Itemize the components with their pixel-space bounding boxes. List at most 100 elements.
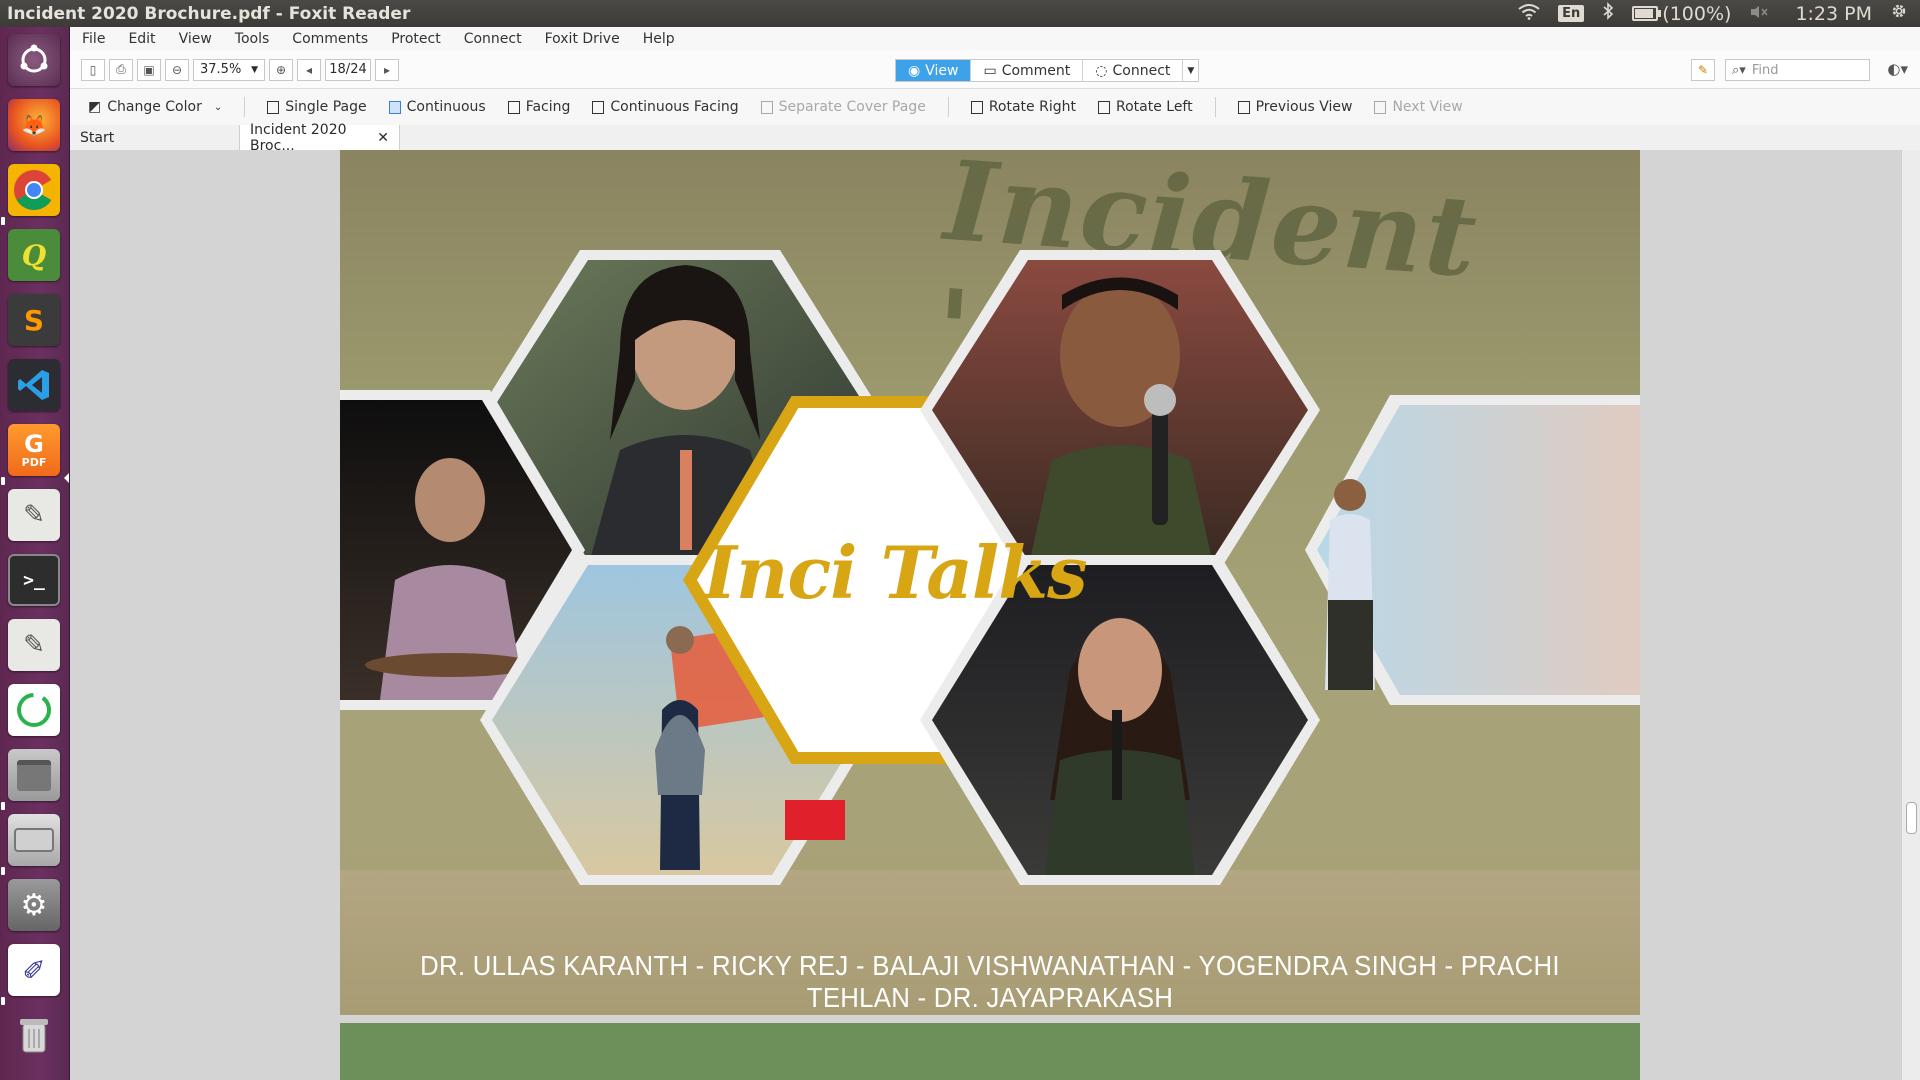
paint-bucket-icon: ◩ [88, 99, 102, 115]
menu-comments[interactable]: Comments [292, 31, 368, 47]
previous-view-button[interactable]: Previous View [1237, 99, 1353, 115]
system-settings-icon[interactable]: ⚙ [8, 879, 60, 931]
menu-protect[interactable]: Protect [391, 31, 441, 47]
single-page-label: Single Page [285, 99, 367, 115]
gear-icon[interactable] [1890, 2, 1908, 25]
disk-drive-icon[interactable] [8, 814, 60, 866]
sign-icon[interactable]: ✎ [1691, 59, 1715, 81]
view-toolbar: ◩ Change Color ⌄ Single Page Continuous … [70, 89, 1920, 125]
clock[interactable]: 1:23 PM [1795, 3, 1872, 25]
menu-edit[interactable]: Edit [128, 31, 155, 47]
search-icon: ⌕▾ [1732, 62, 1746, 78]
zoom-in-icon[interactable]: ⊕ [269, 58, 293, 81]
text-editor-icon[interactable]: ✎ [8, 489, 60, 541]
divider [244, 97, 246, 117]
mode-switcher: ◉ View ▭ Comment ◌ Connect ▼ [895, 59, 1200, 82]
eye-icon: ◉ [908, 62, 921, 79]
foxit-pdf-icon[interactable]: G PDF [8, 424, 60, 476]
connect-mode-button[interactable]: ◌ Connect [1083, 60, 1184, 81]
main-toolbar: ▯ ⎙ ▣ ⊖ 37.5% ▼ ⊕ ◂ 18/24 ▸ ◉ View ▭ Comme… [70, 51, 1920, 89]
center-title: Inci Talks [703, 530, 1087, 615]
tab-start[interactable]: Start [70, 125, 240, 151]
zoom-out-icon[interactable]: ⊖ [165, 58, 189, 81]
continuous-label: Continuous [406, 99, 486, 115]
foxit-reader-window: File Edit View Tools Comments Protect Co… [70, 27, 1920, 1080]
change-color-button[interactable]: ◩ Change Color ⌄ [88, 99, 222, 115]
rotate-left-label: Rotate Left [1115, 99, 1193, 115]
separate-cover-page-button[interactable]: Separate Cover Page [760, 99, 926, 115]
document-viewport[interactable]: Incident '17 [70, 150, 1920, 1080]
view-mode-button[interactable]: ◉ View [896, 60, 972, 81]
comment-mode-button[interactable]: ▭ Comment [971, 60, 1084, 81]
find-input[interactable]: ⌕▾ Find [1725, 59, 1870, 81]
zoom-select[interactable]: 37.5% ▼ [193, 58, 265, 81]
sidebar-toggle-icon[interactable]: ▯ [81, 58, 105, 81]
speakers-caption: DR. ULLAS KARANTH - RICKY REJ - BALAJI V… [420, 950, 1560, 1013]
firefox-icon[interactable]: 🦊 [8, 99, 60, 151]
menu-view[interactable]: View [179, 31, 212, 47]
find-placeholder: Find [1751, 62, 1779, 78]
continuous-facing-button[interactable]: Continuous Facing [592, 99, 739, 115]
connect-mode-label: Connect [1112, 62, 1171, 79]
top-panel: Incident 2020 Brochure.pdf - Foxit Reade… [0, 0, 1920, 27]
previous-view-icon [1237, 100, 1250, 114]
bluetooth-icon[interactable] [1602, 2, 1614, 25]
rotate-right-label: Rotate Right [988, 99, 1076, 115]
speaker-photo-hex-5 [1305, 395, 1640, 705]
chrome-icon[interactable] [8, 164, 60, 216]
scrollbar-thumb[interactable] [1906, 802, 1917, 834]
trash-icon[interactable] [8, 1009, 60, 1061]
file-archive-icon[interactable] [8, 749, 60, 801]
chevron-down-icon: ▼ [251, 64, 258, 75]
single-page-button[interactable]: Single Page [267, 99, 367, 115]
next-view-label: Next View [1392, 99, 1463, 115]
window-title: Incident 2020 Brochure.pdf - Foxit Reade… [7, 3, 411, 24]
menu-file[interactable]: File [82, 31, 105, 47]
battery-percent: (100%) [1662, 2, 1732, 25]
vertical-scrollbar[interactable] [1901, 150, 1920, 1080]
next-page-button[interactable]: ▸ [375, 58, 399, 81]
page-number-field[interactable]: 18/24 [325, 58, 371, 81]
facing-button[interactable]: Facing [507, 99, 571, 115]
comment-icon: ▭ [983, 62, 997, 79]
battery-indicator[interactable]: (100%) [1632, 3, 1731, 25]
text-editor-2-icon[interactable]: ✎ [8, 619, 60, 671]
account-icon[interactable]: ◐▾ [1887, 60, 1908, 78]
previous-view-label: Previous View [1255, 99, 1353, 115]
facing-icon [507, 100, 520, 114]
keyboard-layout-indicator[interactable]: En [1558, 5, 1585, 22]
qgis-icon[interactable]: Q [8, 229, 60, 281]
rotate-left-button[interactable]: Rotate Left [1097, 99, 1193, 115]
menu-foxit-drive[interactable]: Foxit Drive [545, 31, 620, 47]
vscode-icon[interactable] [8, 359, 60, 411]
save-icon[interactable]: ▣ [137, 58, 161, 81]
paint-app-icon[interactable]: ✐ [8, 944, 60, 996]
terminal-icon[interactable]: >_ [8, 554, 60, 606]
rotate-right-button[interactable]: Rotate Right [970, 99, 1076, 115]
continuous-facing-label: Continuous Facing [610, 99, 739, 115]
next-view-button[interactable]: Next View [1374, 99, 1463, 115]
sync-app-icon[interactable] [8, 684, 60, 736]
tab-start-label: Start [80, 130, 115, 146]
continuous-facing-icon [592, 100, 605, 114]
separate-cover-icon [760, 100, 773, 114]
tab-document[interactable]: Incident 2020 Broc... ✕ [240, 122, 400, 154]
volume-muted-icon[interactable] [1749, 3, 1769, 25]
menu-help[interactable]: Help [643, 31, 675, 47]
close-icon[interactable]: ✕ [377, 130, 389, 146]
view-mode-label: View [925, 62, 959, 79]
menu-connect[interactable]: Connect [464, 31, 522, 47]
unity-launcher: 🦊 Q S G PDF ✎ >_ ✎ ⚙ ✐ [0, 27, 70, 1080]
menu-tools[interactable]: Tools [235, 31, 270, 47]
connect-icon: ◌ [1095, 62, 1108, 79]
previous-page-button[interactable]: ◂ [297, 58, 321, 81]
single-page-icon [267, 100, 280, 114]
continuous-button[interactable]: Continuous [388, 99, 486, 115]
system-tray: En (100%) 1:23 PM [1518, 2, 1908, 25]
facing-label: Facing [525, 99, 571, 115]
mode-dropdown-button[interactable]: ▼ [1183, 60, 1198, 81]
ubuntu-dash-icon[interactable] [8, 34, 60, 86]
wifi-icon[interactable] [1518, 3, 1540, 25]
sublime-text-icon[interactable]: S [8, 294, 60, 346]
print-icon[interactable]: ⎙ [109, 58, 133, 81]
